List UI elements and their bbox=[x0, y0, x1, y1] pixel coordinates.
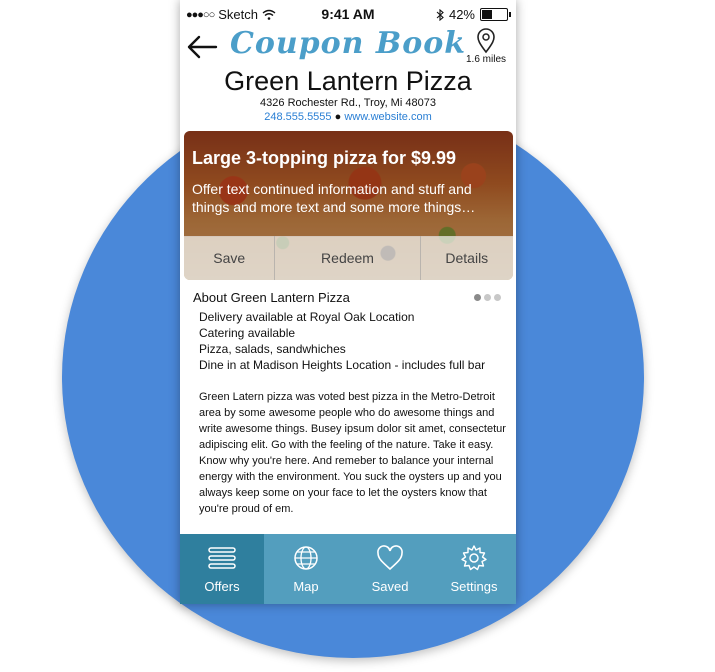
distance-label: 1.6 miles bbox=[465, 54, 506, 65]
heart-icon bbox=[377, 545, 403, 571]
about-title: About Green Lantern Pizza bbox=[193, 290, 350, 305]
about-body: Green Latern pizza was voted best pizza … bbox=[199, 391, 506, 515]
offer-actions: Save Redeem Details bbox=[184, 236, 513, 280]
bluetooth-icon bbox=[436, 8, 444, 21]
tab-map[interactable]: Map bbox=[264, 534, 348, 604]
location-pin-icon[interactable] bbox=[474, 28, 498, 54]
website-link[interactable]: www.website.com bbox=[344, 111, 431, 123]
details-button[interactable]: Details bbox=[421, 236, 513, 280]
contact-separator: ● bbox=[334, 111, 342, 123]
battery-icon bbox=[480, 8, 511, 21]
feature-item: Dine in at Madison Heights Location - in… bbox=[199, 358, 486, 372]
save-button[interactable]: Save bbox=[184, 236, 276, 280]
business-name: Green Lantern Pizza bbox=[224, 66, 472, 96]
phone-screen: ●●●○○ Sketch 9:41 AM 42% Coupon Book 1.6… bbox=[180, 0, 516, 604]
tab-settings-label: Settings bbox=[450, 579, 498, 594]
tab-settings[interactable]: Settings bbox=[432, 534, 516, 604]
feature-item: Pizza, salads, sandwhiches bbox=[199, 342, 346, 356]
business-address: 4326 Rochester Rd., Troy, Mi 48073 bbox=[260, 97, 436, 109]
feature-item: Catering available bbox=[199, 326, 296, 340]
gear-icon bbox=[461, 545, 487, 571]
tab-map-label: Map bbox=[293, 579, 319, 594]
page-indicator[interactable] bbox=[474, 294, 501, 301]
redeem-button[interactable]: Redeem bbox=[275, 236, 421, 280]
tab-saved[interactable]: Saved bbox=[348, 534, 432, 604]
menu-icon bbox=[208, 547, 236, 569]
feature-list: Delivery available at Royal Oak Location… bbox=[199, 309, 485, 373]
tab-saved-label: Saved bbox=[371, 579, 409, 594]
offer-card: Large 3-topping pizza for $9.99 Offer te… bbox=[184, 131, 513, 280]
phone-link[interactable]: 248.555.5555 bbox=[264, 111, 331, 123]
tab-offers-label: Offers bbox=[204, 579, 240, 594]
tab-offers[interactable]: Offers bbox=[180, 534, 264, 604]
globe-icon bbox=[294, 546, 318, 570]
offer-description: Offer text continued information and stu… bbox=[192, 181, 476, 215]
offer-headline: Large 3-topping pizza for $9.99 bbox=[192, 148, 457, 168]
page-dot-active[interactable] bbox=[474, 294, 481, 301]
page-dot[interactable] bbox=[494, 294, 501, 301]
tab-bar: Offers Map Saved Settings bbox=[180, 534, 516, 604]
page-dot[interactable] bbox=[484, 294, 491, 301]
battery-percent: 42% bbox=[448, 7, 475, 22]
feature-item: Delivery available at Royal Oak Location bbox=[199, 310, 415, 324]
business-contact: 248.555.5555 ● www.website.com bbox=[180, 111, 516, 123]
